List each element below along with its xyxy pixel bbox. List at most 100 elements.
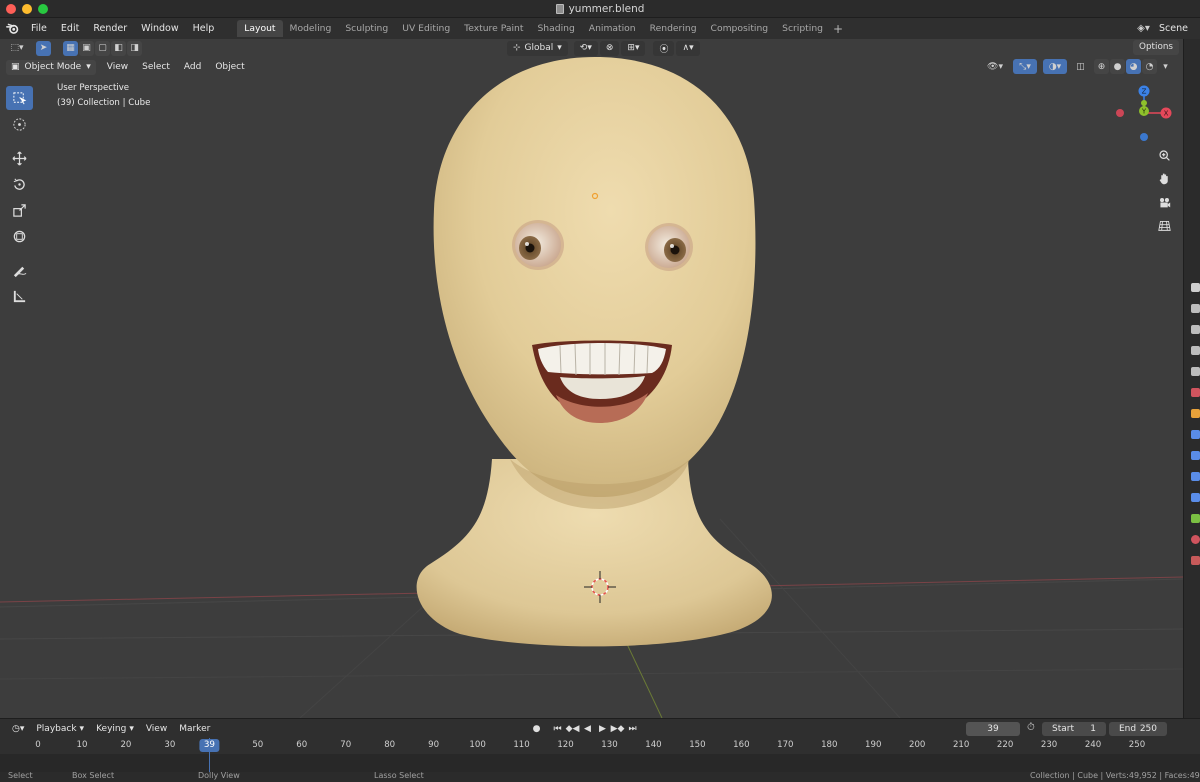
xray-toggle-icon[interactable]: ◫: [1073, 59, 1088, 74]
render-properties-tab[interactable]: [1184, 300, 1200, 317]
start-frame-field[interactable]: Start 1: [1042, 722, 1106, 736]
menu-window[interactable]: Window: [134, 18, 185, 39]
end-frame-field[interactable]: End 250: [1109, 722, 1167, 736]
select-subtract-icon[interactable]: ▢: [95, 40, 110, 56]
menu-playback[interactable]: Playback ▾: [30, 724, 90, 734]
blender-logo-icon[interactable]: [0, 18, 24, 39]
play-reverse-icon[interactable]: ◀: [581, 722, 594, 735]
menu-help[interactable]: Help: [186, 18, 222, 39]
menu-timeline-view[interactable]: View: [140, 724, 173, 734]
pivot-point-select[interactable]: ⟲▾: [573, 40, 598, 56]
particle-properties-tab[interactable]: [1184, 447, 1200, 464]
tab-texture-paint[interactable]: Texture Paint: [457, 20, 530, 37]
physics-properties-tab[interactable]: [1184, 468, 1200, 485]
view-layer-properties-tab[interactable]: [1184, 342, 1200, 359]
scene-selector[interactable]: ◈▾ Scene: [1135, 18, 1200, 39]
ortho-grid-icon[interactable]: [1154, 216, 1174, 236]
modifier-properties-tab[interactable]: [1184, 426, 1200, 443]
cursor-tool[interactable]: [6, 112, 33, 136]
zoom-icon[interactable]: [1154, 145, 1174, 165]
tab-sculpting[interactable]: Sculpting: [338, 20, 395, 37]
shading-mode-group: ⊕ ● ◕ ◔ ▾: [1094, 59, 1173, 74]
pan-hand-icon[interactable]: [1154, 169, 1174, 189]
falloff-select[interactable]: ∧▾: [676, 40, 700, 56]
minimize-window-button[interactable]: [22, 4, 32, 14]
rendered-shading-icon[interactable]: ◔: [1142, 59, 1157, 74]
tab-shading[interactable]: Shading: [530, 20, 581, 37]
material-properties-tab[interactable]: [1184, 531, 1200, 548]
gizmo-toggle-icon[interactable]: ⤡▾: [1013, 59, 1037, 74]
world-properties-tab[interactable]: [1184, 384, 1200, 401]
scene-properties-tab[interactable]: [1184, 363, 1200, 380]
navigation-gizmo[interactable]: Z X Y: [1112, 83, 1176, 147]
measure-icon: [13, 290, 26, 302]
3d-viewport[interactable]: User Perspective (39) Collection | Cube: [0, 39, 1183, 718]
snap-target-select[interactable]: ⊞▾: [621, 40, 646, 56]
move-tool[interactable]: [6, 146, 33, 170]
stopwatch-icon[interactable]: ⏱: [1027, 722, 1035, 733]
rotate-tool[interactable]: [6, 172, 33, 196]
tab-rendering[interactable]: Rendering: [643, 20, 704, 37]
jump-end-icon[interactable]: ⏭: [626, 722, 639, 735]
play-icon[interactable]: ▶: [596, 722, 609, 735]
texture-properties-tab[interactable]: [1184, 552, 1200, 569]
select-tool-icon[interactable]: ➤: [36, 40, 51, 56]
select-intersect-icon[interactable]: ◨: [127, 40, 142, 56]
jump-start-icon[interactable]: ⏮: [551, 722, 564, 735]
menu-select[interactable]: Select: [135, 62, 177, 72]
tab-compositing[interactable]: Compositing: [704, 20, 776, 37]
visibility-icon[interactable]: 👁▾: [983, 59, 1007, 74]
tab-layout[interactable]: Layout: [237, 20, 283, 37]
proportional-edit-toggle[interactable]: ⦿: [653, 40, 675, 56]
constraint-properties-tab[interactable]: [1184, 489, 1200, 506]
menu-add[interactable]: Add: [177, 62, 208, 72]
timeline-track[interactable]: [0, 754, 1200, 772]
record-icon[interactable]: ●: [530, 722, 543, 735]
tool-properties-tab[interactable]: [1184, 279, 1200, 296]
menu-edit[interactable]: Edit: [54, 18, 86, 39]
tab-modeling[interactable]: Modeling: [283, 20, 339, 37]
camera-view-icon[interactable]: [1154, 192, 1174, 212]
jump-keyframe-back-icon[interactable]: ◆◀: [566, 722, 580, 735]
output-properties-tab[interactable]: [1184, 321, 1200, 338]
material-shading-icon[interactable]: ◕: [1126, 59, 1141, 74]
scale-tool[interactable]: [6, 198, 33, 222]
menu-render[interactable]: Render: [86, 18, 134, 39]
menu-keying[interactable]: Keying ▾: [90, 724, 140, 734]
editor-type-icon[interactable]: ⬚▾: [6, 41, 28, 56]
shading-options-icon[interactable]: ▾: [1158, 59, 1173, 74]
options-dropdown[interactable]: Options: [1133, 40, 1179, 55]
menu-file[interactable]: File: [24, 18, 54, 39]
mode-select[interactable]: ▣ Object Mode ▾: [6, 59, 96, 75]
data-properties-tab[interactable]: [1184, 510, 1200, 527]
select-extend-icon[interactable]: ▣: [79, 40, 94, 56]
menu-view[interactable]: View: [100, 62, 135, 72]
tab-scripting[interactable]: Scripting: [775, 20, 830, 37]
timeline-header: ◷▾ Playback ▾ Keying ▾ View Marker ● ⏮ ◆◀ …: [0, 718, 1200, 738]
current-frame-field[interactable]: 39: [966, 722, 1020, 736]
annotate-tool[interactable]: [6, 258, 33, 282]
close-window-button[interactable]: [6, 4, 16, 14]
select-new-icon[interactable]: ▦: [63, 40, 78, 56]
snap-toggle[interactable]: ⊗: [599, 40, 620, 56]
menu-marker[interactable]: Marker: [173, 724, 216, 734]
tab-animation[interactable]: Animation: [582, 20, 643, 37]
clock-icon: ◷▾: [12, 723, 25, 734]
measure-tool[interactable]: [6, 284, 33, 308]
select-invert-icon[interactable]: ◧: [111, 40, 126, 56]
playhead[interactable]: [209, 738, 211, 772]
solid-shading-icon[interactable]: ●: [1110, 59, 1125, 74]
transform-tool[interactable]: [6, 224, 33, 248]
maximize-window-button[interactable]: [38, 4, 48, 14]
timeline-editor-type[interactable]: ◷▾: [6, 724, 30, 734]
menu-object[interactable]: Object: [208, 62, 251, 72]
wireframe-shading-icon[interactable]: ⊕: [1094, 59, 1109, 74]
tab-uv-editing[interactable]: UV Editing: [395, 20, 457, 37]
add-workspace-button[interactable]: +: [830, 22, 846, 36]
overlay-toggle-icon[interactable]: ◑▾: [1043, 59, 1067, 74]
frame-ruler[interactable]: 0 10 20 30 50 60 70 80 90 100 110 120 130 140 150 160 17…: [0, 738, 1200, 754]
transform-orientation-select[interactable]: ⊹ Global ▾: [507, 40, 568, 56]
select-box-tool[interactable]: [6, 86, 33, 110]
object-properties-tab[interactable]: [1184, 405, 1200, 422]
jump-keyframe-forward-icon[interactable]: ▶◆: [611, 722, 625, 735]
